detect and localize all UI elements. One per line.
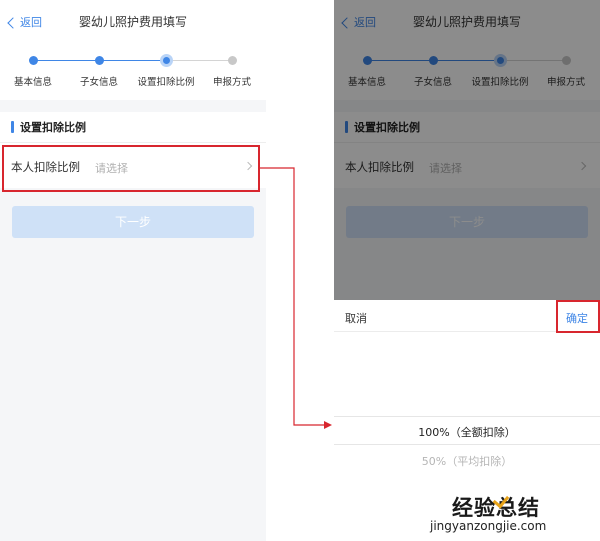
- section-header: 设置扣除比例: [0, 112, 266, 142]
- picker-cancel-button[interactable]: 取消: [345, 310, 367, 326]
- watermark-url: jingyanzongjie.com: [430, 519, 547, 533]
- step-label-4: 申报方式: [212, 77, 251, 88]
- stepper-track-todo: [166, 60, 232, 61]
- picker-confirm-button[interactable]: 确定: [566, 310, 588, 326]
- page-title: 婴幼儿照护费用填写: [78, 15, 187, 29]
- nav-bar: 返回 婴幼儿照护费用填写: [0, 0, 266, 44]
- step-dot-1: [29, 56, 38, 65]
- chevron-right-icon: [243, 161, 253, 171]
- step-dot-2: [95, 56, 104, 65]
- section-title: 设置扣除比例: [20, 121, 86, 134]
- section-accent-bar: [11, 121, 14, 133]
- modal-backdrop[interactable]: [334, 0, 600, 300]
- step-dot-4: [228, 56, 237, 65]
- picker-option-full[interactable]: 100%（全额扣除）: [334, 424, 600, 440]
- picker-option-half[interactable]: 50%（平均扣除）: [334, 453, 600, 469]
- picker-toolbar: 取消 确定: [334, 300, 600, 332]
- deduction-ratio-selector[interactable]: 本人扣除比例 请选择: [0, 142, 266, 188]
- progress-stepper: 基本信息 子女信息 设置扣除比例 申报方式: [0, 44, 266, 100]
- deduction-ratio-label: 本人扣除比例: [11, 160, 80, 174]
- picker-screen: 返回 婴幼儿照护费用填写 基本信息 子女信息 设置扣除比例 申报方式 设置扣除比…: [334, 0, 600, 541]
- picker-selection-line-top: [334, 416, 600, 417]
- step-dot-3: [160, 54, 173, 67]
- form-screen: 返回 婴幼儿照护费用填写 基本信息 子女信息 设置扣除比例 申报方式 设置扣除比…: [0, 0, 266, 541]
- next-step-button[interactable]: 下一步: [12, 206, 254, 238]
- deduction-ratio-placeholder: 请选择: [95, 162, 128, 175]
- picker-selection-line-bottom: [334, 444, 600, 445]
